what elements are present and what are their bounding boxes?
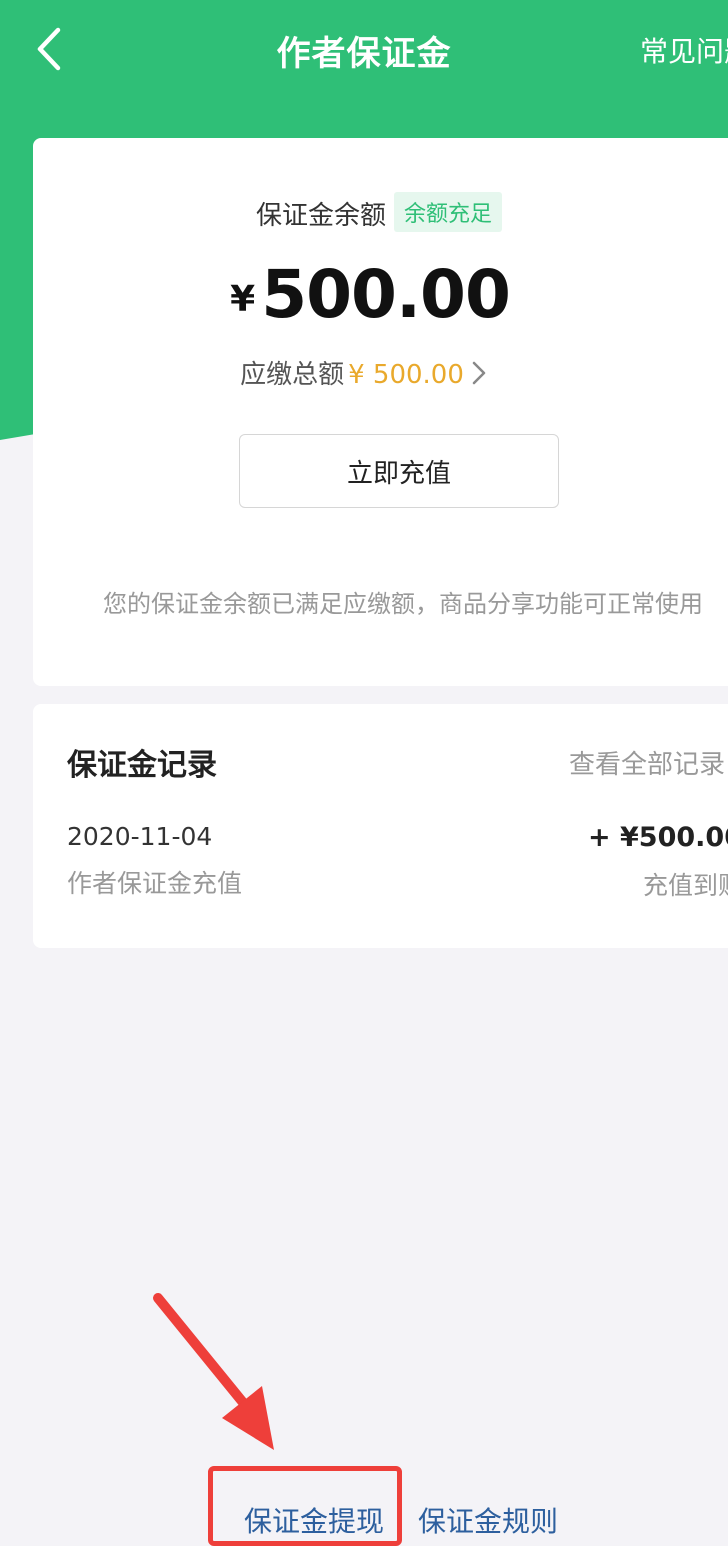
view-all-records-link[interactable]: 查看全部记录: [569, 744, 728, 782]
balance-label: 保证金余额: [255, 201, 386, 231]
deposit-rules-link[interactable]: 保证金规则: [418, 1500, 558, 1540]
records-title: 保证金记录: [67, 748, 217, 783]
balance-label-row: 保证金余额 余额充足: [33, 192, 725, 232]
view-all-label: 查看全部记录: [568, 750, 725, 780]
balance-amount: ¥500.00: [33, 256, 707, 333]
record-amount: + ¥500.00: [588, 822, 728, 853]
due-amount: ¥ 500.00: [348, 360, 464, 390]
chevron-right-icon: [472, 361, 486, 392]
due-label: 应缴总额: [240, 360, 345, 390]
faq-link[interactable]: 常见问题: [640, 30, 728, 70]
record-status: 充值到账: [642, 871, 728, 900]
records-card: 保证金记录 查看全部记录 2020-11-04 作者保证金充值 + ¥500.0…: [33, 704, 728, 948]
red-arrow-annotation: [153, 1293, 274, 1450]
balance-value: 500.00: [261, 256, 511, 333]
withdraw-deposit-link[interactable]: 保证金提现: [244, 1500, 384, 1540]
recharge-button[interactable]: 立即充值: [239, 434, 559, 508]
status-badge: 余额充足: [394, 192, 503, 232]
currency-symbol: ¥: [230, 279, 256, 320]
page-title: 作者保证金: [276, 34, 452, 74]
balance-card: 保证金余额 余额充足 ¥500.00 应缴总额 ¥ 500.00 立即充值 您的保证…: [33, 138, 728, 686]
record-date: 2020-11-04: [67, 822, 213, 851]
due-amount-row[interactable]: 应缴总额 ¥ 500.00: [33, 354, 693, 392]
balance-notice: 您的保证金余额已满足应缴额，商品分享功能可正常使用: [103, 590, 703, 618]
navigation-bar: 作者保证金 常见问题: [0, 0, 728, 100]
record-description: 作者保证金充值: [67, 869, 243, 898]
